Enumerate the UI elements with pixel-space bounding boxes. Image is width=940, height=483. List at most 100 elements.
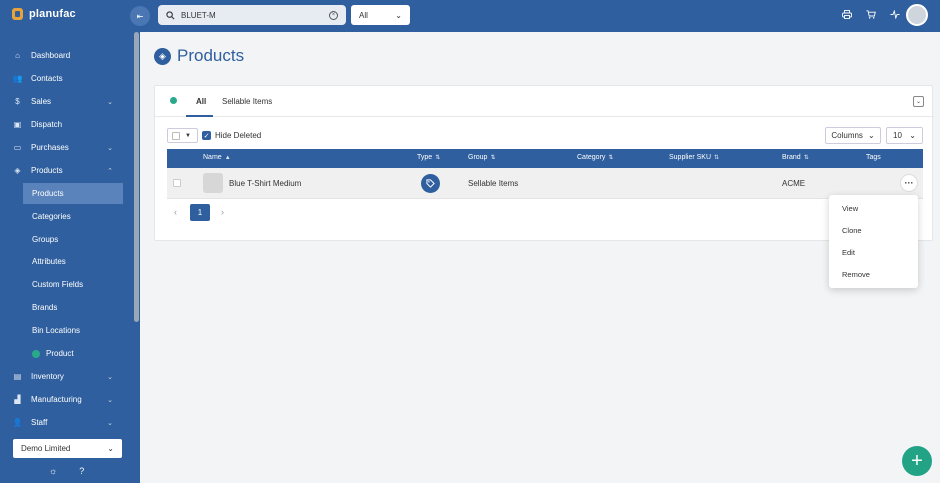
row-checkbox[interactable]	[173, 179, 181, 187]
chevron-down-icon[interactable]: ⌄	[913, 96, 924, 107]
sidebar-subitem-label: Categories	[32, 212, 71, 221]
header-label: Brand	[782, 154, 801, 161]
tag-icon-glyph	[426, 179, 435, 188]
sidebar-item-staff[interactable]: 👤 Staff ⌄	[0, 411, 133, 434]
chevron-left-icon[interactable]: ‹	[174, 207, 177, 217]
header-label: Supplier SKU	[669, 154, 712, 161]
row-actions-button[interactable]: ···	[900, 174, 918, 192]
sidebar-subitem-label: Bin Locations	[32, 326, 81, 335]
chevron-down-icon: ⌄	[395, 10, 402, 20]
tab-sellable-items[interactable]: Sellable Items	[222, 97, 272, 106]
table-row[interactable]: Blue T-Shirt Medium Sellable Items ACME …	[167, 168, 923, 199]
collapse-sidebar-button[interactable]: ⇤	[130, 6, 150, 26]
plus-icon: +	[911, 450, 923, 472]
sidebar-footer: ☼ ?	[49, 466, 84, 476]
product-group: Sellable Items	[468, 179, 519, 188]
page-title-text: Products	[177, 46, 245, 65]
sidebar-subitem-groups[interactable]: Groups	[23, 229, 123, 250]
sidebar-item-inventory[interactable]: ▤ Inventory ⌄	[0, 365, 133, 388]
sidebar-subitem-brands[interactable]: Brands	[23, 297, 123, 318]
per-page-value: 10	[893, 131, 902, 140]
clear-search-icon[interactable]: ×	[329, 10, 338, 20]
top-actions	[842, 10, 900, 19]
search-scope-select[interactable]: All ⌄	[351, 5, 410, 25]
add-product-button[interactable]: +	[902, 446, 932, 476]
sidebar-subitem-attributes[interactable]: Attributes	[23, 251, 123, 272]
dollar-icon: $	[15, 97, 20, 106]
sidebar-item-label: Contacts	[31, 74, 63, 83]
cart-icon[interactable]	[866, 10, 876, 19]
truck-icon: ▣	[13, 120, 22, 129]
collapse-icon: ⇤	[136, 11, 144, 21]
sidebar-item-contacts[interactable]: 👥 Contacts	[0, 67, 133, 90]
column-header-supplier-sku[interactable]: Supplier SKU ⇅	[669, 154, 719, 161]
global-search[interactable]: ×	[158, 5, 346, 25]
column-header-group[interactable]: Group ⇅	[468, 154, 496, 161]
stack-icon: ▤	[13, 372, 22, 381]
sidebar-subitem-label: Product	[46, 349, 74, 358]
caret-down-icon: ▼	[185, 132, 191, 139]
sidebar-subitem-custom-fields[interactable]: Custom Fields	[23, 274, 123, 295]
sidebar-item-label: Products	[31, 166, 63, 175]
home-icon: ⌂	[15, 51, 20, 60]
sun-icon[interactable]: ☼	[49, 466, 57, 476]
sidebar-subitem-label: Products	[32, 189, 64, 198]
chevron-up-icon: ⌃	[107, 167, 113, 175]
columns-button[interactable]: Columns ⌄	[825, 127, 881, 144]
menu-item-remove[interactable]: Remove	[842, 270, 870, 279]
company-select[interactable]: Demo Limited ⌄	[13, 439, 122, 458]
page-button-current[interactable]: 1	[190, 204, 210, 221]
chevron-right-icon[interactable]: ›	[221, 207, 224, 217]
box-icon: ◈	[14, 166, 21, 175]
print-icon[interactable]	[842, 10, 852, 19]
sidebar-item-label: Staff	[31, 418, 48, 427]
sidebar-item-dispatch[interactable]: ▣ Dispatch	[0, 113, 133, 136]
logo-icon	[12, 8, 23, 20]
app-logo[interactable]: planufac	[12, 8, 76, 20]
sidebar-item-label: Dispatch	[31, 120, 63, 129]
column-header-type[interactable]: Type ⇅	[417, 154, 440, 161]
column-header-name[interactable]: Name ▲	[203, 154, 231, 161]
header-label: Name	[203, 154, 222, 161]
sidebar-scrollbar[interactable]	[134, 32, 139, 322]
user-avatar[interactable]	[906, 4, 928, 26]
factory-icon: ▟	[14, 395, 21, 404]
column-header-brand[interactable]: Brand ⇅	[782, 154, 809, 161]
sidebar-item-label: Purchases	[31, 143, 69, 152]
box-icon: ◈	[154, 47, 171, 65]
products-card: All Sellable Items ⌄ ▼ ✓ Hide Deleted Co…	[154, 85, 934, 241]
help-icon[interactable]: ?	[79, 466, 84, 476]
search-scope-value: All	[359, 10, 368, 20]
product-brand: ACME	[782, 179, 806, 188]
row-actions-menu: View Clone Edit Remove	[829, 195, 918, 288]
activity-icon[interactable]	[890, 10, 900, 19]
sidebar-item-products[interactable]: ◈ Products ⌃	[0, 159, 133, 182]
sidebar-subitem-product[interactable]: Product	[23, 343, 123, 364]
sidebar-subitem-label: Groups	[32, 235, 59, 244]
sidebar-subitem-products[interactable]: Products	[23, 183, 123, 204]
chevron-down-icon: ⌄	[107, 444, 114, 453]
menu-item-clone[interactable]: Clone	[842, 226, 862, 235]
hide-deleted-label: Hide Deleted	[215, 131, 262, 140]
sidebar-item-dashboard[interactable]: ⌂ Dashboard	[0, 44, 133, 67]
sidebar-item-purchases[interactable]: ▭ Purchases ⌄	[0, 136, 133, 159]
per-page-select[interactable]: 10 ⌄	[886, 127, 923, 144]
sort-icon: ⇅	[608, 155, 614, 161]
sidebar-item-sales[interactable]: $ Sales ⌄	[0, 90, 133, 113]
sidebar-item-manufacturing[interactable]: ▟ Manufacturing ⌄	[0, 388, 133, 411]
sidebar-subitem-bin-locations[interactable]: Bin Locations	[23, 320, 123, 341]
menu-item-view[interactable]: View	[842, 204, 858, 213]
add-view-icon[interactable]	[170, 97, 177, 104]
select-all-checkbox[interactable]	[172, 131, 180, 140]
sidebar-subitem-categories[interactable]: Categories	[23, 206, 123, 227]
column-header-category[interactable]: Category ⇅	[577, 154, 613, 161]
search-input[interactable]	[181, 10, 323, 20]
hide-deleted-toggle[interactable]: ✓ Hide Deleted	[202, 131, 261, 140]
bulk-select-dropdown[interactable]: ▼	[167, 128, 198, 143]
sidebar-item-label: Manufacturing	[31, 395, 82, 404]
checkmark-icon[interactable]: ✓	[202, 131, 211, 140]
more-icon: ···	[904, 177, 914, 188]
menu-item-edit[interactable]: Edit	[842, 248, 855, 257]
product-name[interactable]: Blue T-Shirt Medium	[229, 179, 301, 188]
tab-all[interactable]: All	[196, 97, 206, 106]
